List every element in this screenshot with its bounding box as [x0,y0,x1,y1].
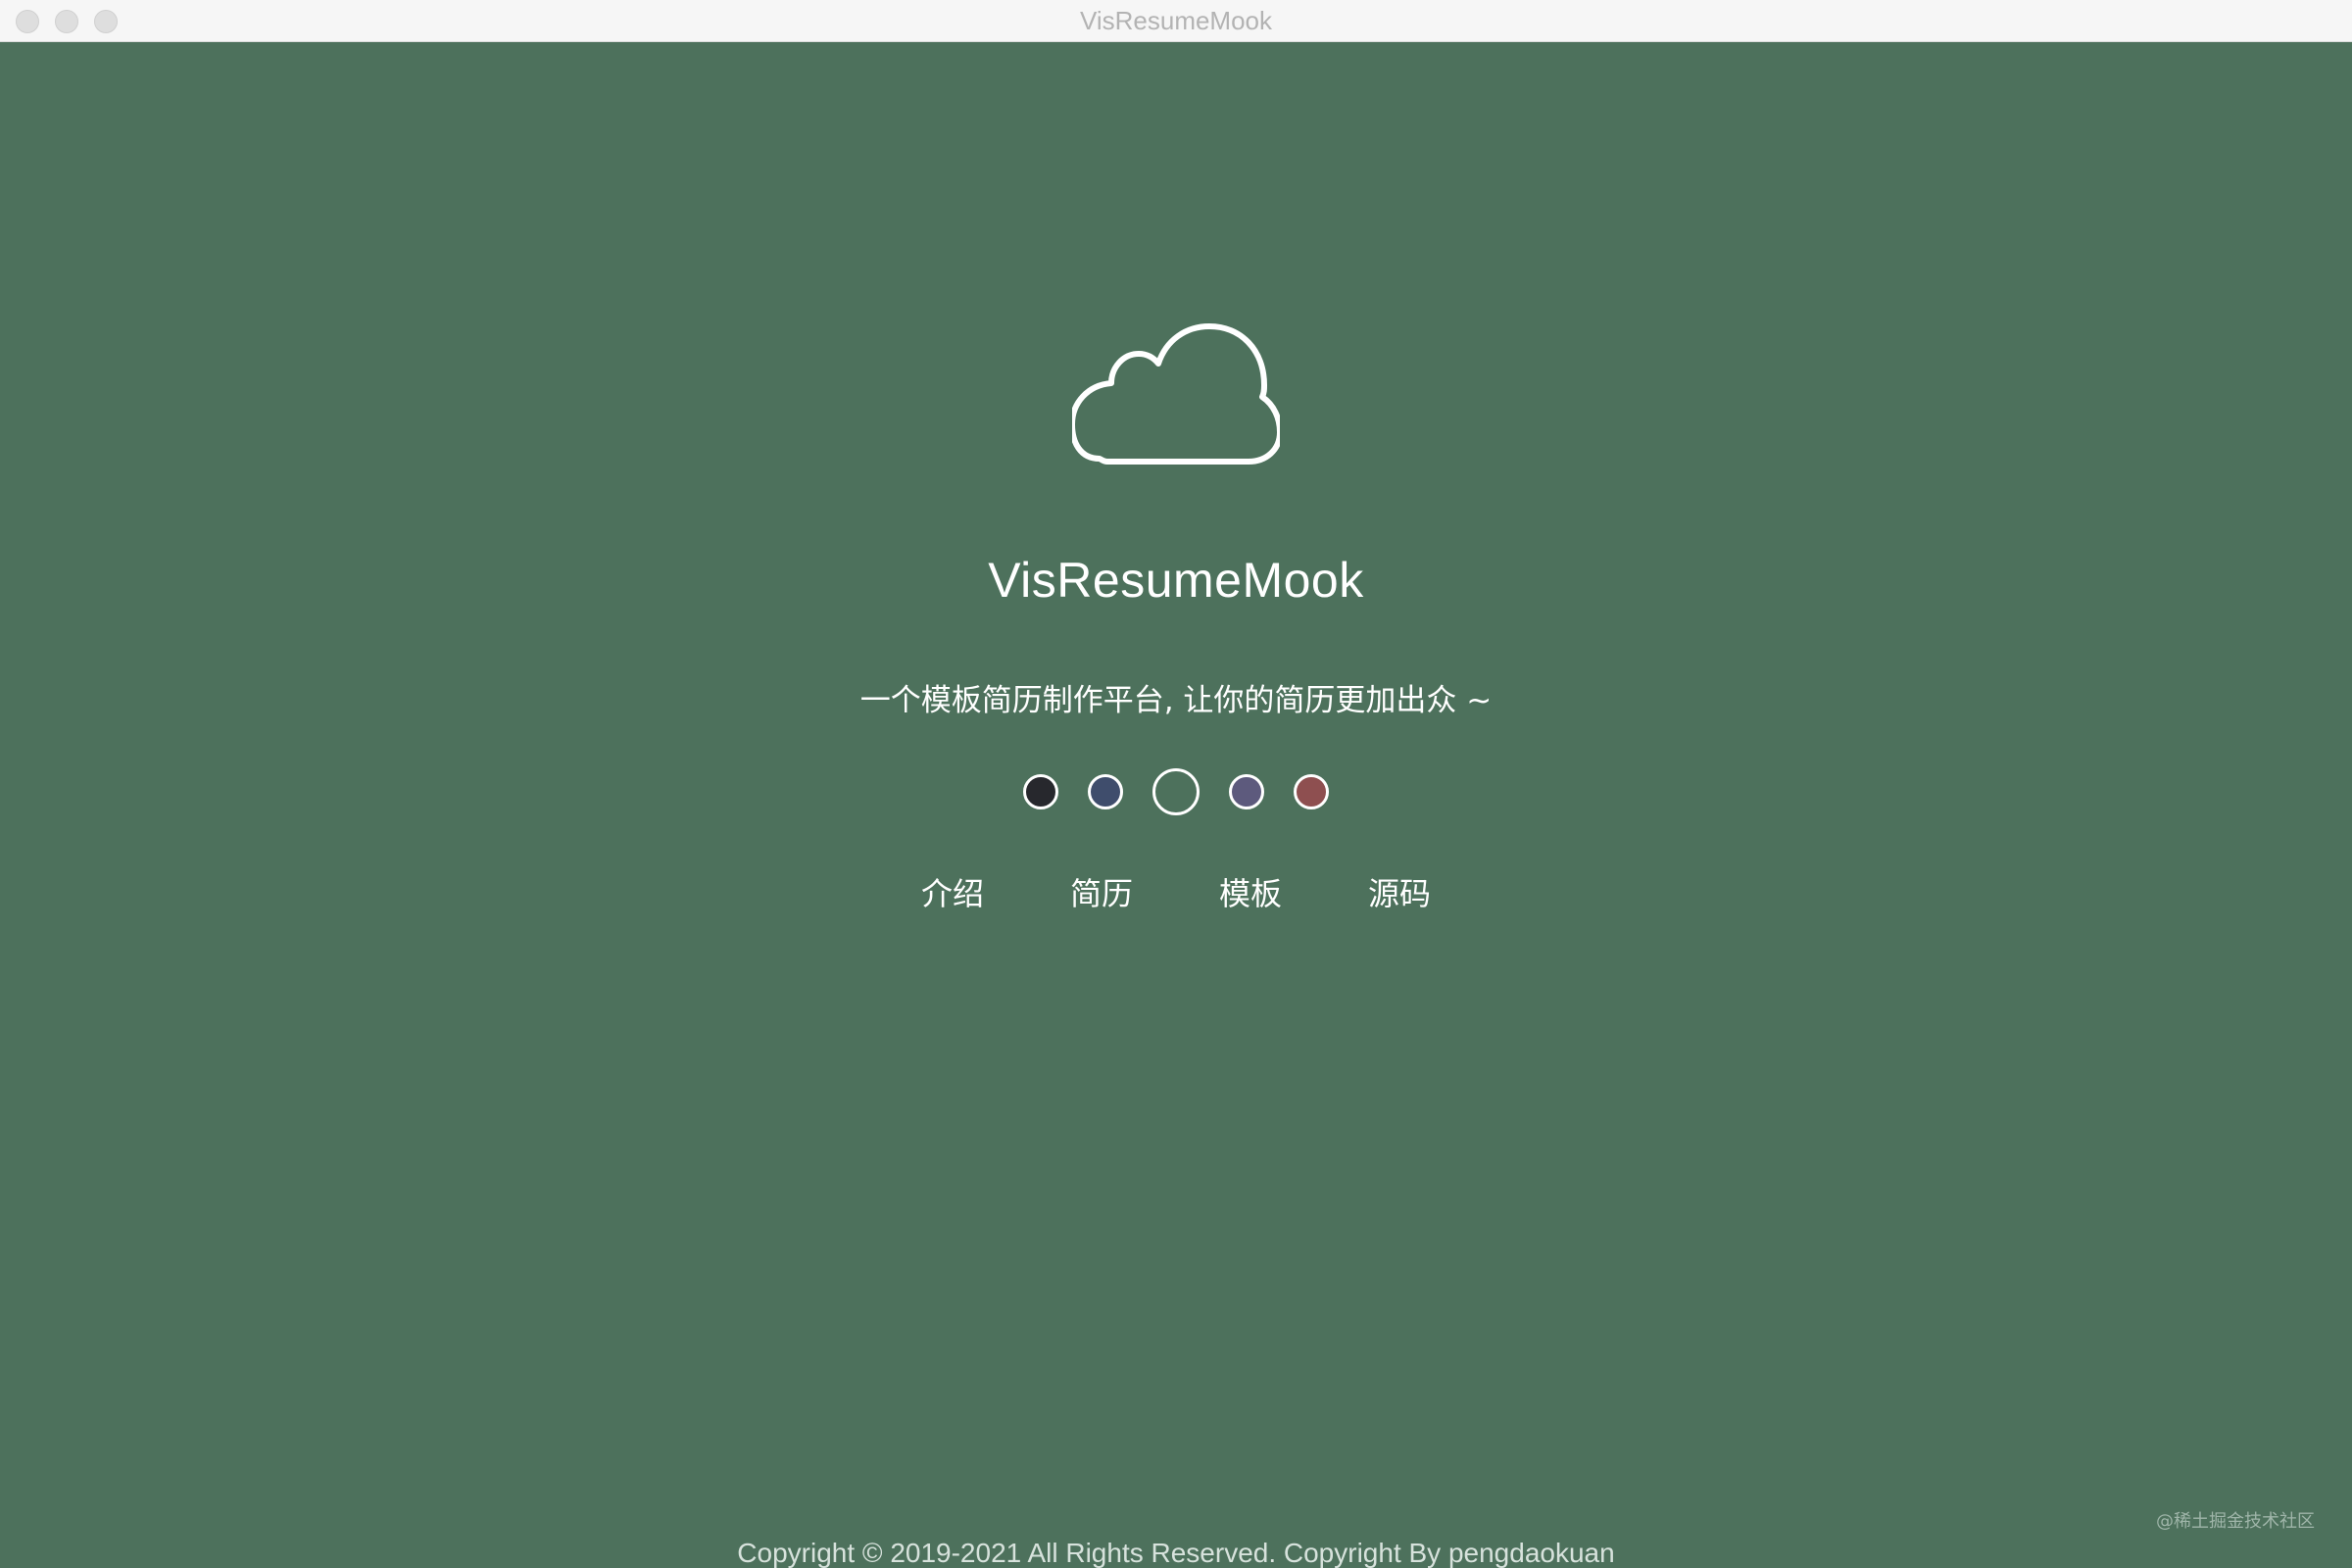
title-bar[interactable]: VisResumeMook [0,0,2352,42]
app-window: VisResumeMook VisResumeMook 一个模板简历制作平台, … [0,0,2352,1568]
nav-template-link[interactable]: 模板 [1219,869,1282,914]
watermark: @稀土掘金技术社区 [2156,1511,2315,1532]
tagline: 一个模板简历制作平台, 让你的简历更加出众 ~ [859,683,1493,718]
theme-swatch-purple[interactable] [1229,774,1264,809]
theme-swatch-navy[interactable] [1088,774,1123,809]
theme-color-picker [0,767,2352,816]
app-name: VisResumeMook [988,553,1364,608]
nav-resume-link[interactable]: 简历 [1070,869,1133,914]
theme-swatch-red[interactable] [1294,774,1329,809]
window-title: VisResumeMook [1079,6,1273,35]
nav-intro-link[interactable]: 介绍 [921,869,984,914]
nav-source-link[interactable]: 源码 [1368,869,1431,914]
main-nav: 介绍 简历 模板 源码 [0,869,2352,914]
theme-swatch-dark[interactable] [1023,774,1058,809]
cloud-icon [1072,323,1280,465]
footer-copyright: Copyright © 2019-2021 All Rights Reserve… [737,1538,1615,1568]
theme-swatch-green[interactable] [1152,768,1200,815]
main-content: VisResumeMook 一个模板简历制作平台, 让你的简历更加出众 ~ 介绍… [0,42,2352,1568]
